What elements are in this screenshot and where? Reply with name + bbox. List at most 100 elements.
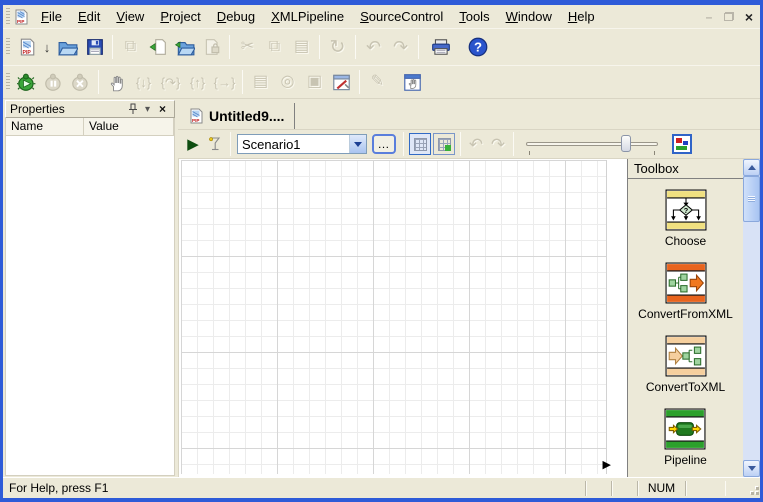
menu-help[interactable]: Help	[560, 7, 603, 26]
document-check-out-icon	[149, 38, 167, 56]
status-bar: For Help, press F1 NUM	[3, 477, 760, 498]
toolbar-gripper[interactable]	[6, 38, 10, 56]
menu-bar: PIP File Edit View Project Debug XMLPipe…	[3, 5, 760, 28]
document-tab[interactable]: PIP Untitled9....	[182, 103, 295, 129]
scenario-properties-button[interactable]	[204, 133, 226, 155]
attachments-button[interactable]: ✎	[364, 69, 391, 95]
cut-button[interactable]: ✂	[234, 34, 261, 60]
minimize-button[interactable]: –	[700, 9, 718, 24]
debug-run-bug-icon	[17, 73, 36, 92]
pin-button[interactable]	[125, 102, 140, 116]
pan-window-button[interactable]	[399, 69, 426, 95]
pipeline-canvas[interactable]	[181, 160, 607, 474]
preview-play-button[interactable]: ▶	[182, 133, 204, 155]
combo-dropdown-button[interactable]	[349, 135, 366, 153]
toolbar-gripper[interactable]	[6, 73, 10, 91]
check-out-document-button[interactable]	[144, 34, 171, 60]
paste-button[interactable]: ▤	[288, 34, 315, 60]
menu-window[interactable]: Window	[498, 7, 560, 26]
print-button[interactable]	[427, 34, 454, 60]
restore-button[interactable]	[720, 9, 738, 24]
toolbox-item-label: Pipeline	[664, 453, 707, 467]
run-to-cursor-button[interactable]: {→}	[211, 69, 238, 95]
scroll-down-button[interactable]	[743, 460, 760, 477]
content-row: ▶ Toolbox	[178, 158, 760, 477]
properties-close-button[interactable]: ×	[155, 102, 170, 116]
copy-button[interactable]: ⧉	[261, 34, 288, 60]
new-document-dropdown-button[interactable]: ↓	[40, 34, 54, 60]
menu-edit[interactable]: Edit	[70, 7, 108, 26]
play-icon: ▶	[187, 137, 199, 152]
new-pipeline-document-button[interactable]: PIP	[13, 34, 40, 60]
scrollbar-thumb[interactable]	[743, 176, 760, 222]
scrollbar-track[interactable]	[743, 176, 760, 460]
scroll-up-button[interactable]	[743, 159, 760, 176]
toolbar-gripper[interactable]	[6, 8, 10, 26]
toolbox-item-converttoxml[interactable]: ConvertToXML	[646, 335, 725, 394]
window-settings-button[interactable]	[328, 69, 355, 95]
stop-debugging-button[interactable]	[67, 69, 94, 95]
grid-icon	[414, 138, 427, 151]
svg-text:?: ?	[473, 40, 481, 55]
menu-project[interactable]: Project	[152, 7, 208, 26]
column-header-value[interactable]: Value	[84, 118, 174, 135]
toolbox-scrollbar[interactable]	[743, 159, 760, 477]
toolbox-item-convertfromxml[interactable]: ConvertFromXML	[638, 262, 733, 321]
snap-to-grid-button[interactable]	[433, 133, 455, 155]
new-window-button[interactable]: ⧉	[117, 34, 144, 60]
step-into-icon: {↓}	[136, 76, 151, 89]
diagram-redo-button[interactable]: ↷	[487, 133, 509, 155]
zoom-slider[interactable]	[526, 134, 658, 154]
toolbox-item-choose[interactable]: ? Choose	[665, 189, 707, 248]
step-over-button[interactable]: {↷}	[157, 69, 184, 95]
canvas-expand-arrow[interactable]: ▶	[603, 458, 611, 471]
show-model-button[interactable]: ◎	[274, 69, 301, 95]
choose-icon: ?	[665, 189, 707, 231]
step-into-button[interactable]: {↓}	[130, 69, 157, 95]
menu-tools[interactable]: Tools	[451, 7, 497, 26]
zoom-slider-track[interactable]	[526, 142, 658, 146]
status-num-indicator: NUM	[637, 481, 685, 496]
status-pane	[585, 481, 611, 496]
step-out-button[interactable]: {↑}	[184, 69, 211, 95]
undo-button[interactable]: ↶	[360, 34, 387, 60]
start-debugging-button[interactable]	[13, 69, 40, 95]
overview-window-button[interactable]	[672, 134, 692, 154]
properties-list[interactable]	[5, 136, 175, 476]
preview-result-button[interactable]: ▤	[247, 69, 274, 95]
save-button[interactable]	[81, 34, 108, 60]
menu-file[interactable]: File	[33, 7, 70, 26]
document-tab-strip: PIP Untitled9....	[178, 99, 760, 129]
download-arrow-icon: ↓	[44, 41, 51, 54]
locked-document-button[interactable]	[198, 34, 225, 60]
resize-grip[interactable]	[745, 481, 760, 496]
break-button[interactable]	[103, 69, 130, 95]
chevron-down-icon	[748, 466, 756, 475]
open-folder-icon	[58, 38, 78, 56]
column-header-name[interactable]: Name	[6, 118, 84, 135]
menu-xmlpipeline[interactable]: XMLPipeline	[263, 7, 352, 26]
synchronize-button[interactable]: ↻	[324, 34, 351, 60]
scenario-select[interactable]: Scenario1	[237, 134, 367, 154]
zoom-slider-thumb[interactable]	[621, 135, 631, 152]
pause-debugging-button[interactable]	[40, 69, 67, 95]
debug-toolbar: {↓} {↷} {↑} {→} ▤ ◎ ▣ ✎	[3, 65, 760, 99]
open-button[interactable]	[54, 34, 81, 60]
diagram-undo-button[interactable]: ↶	[465, 133, 487, 155]
menu-view[interactable]: View	[108, 7, 152, 26]
snap-grid-icon	[438, 138, 451, 151]
status-pane	[611, 481, 637, 496]
get-folder-button[interactable]	[171, 34, 198, 60]
browse-scenarios-button[interactable]: …	[372, 134, 396, 154]
show-grid-button[interactable]	[409, 133, 431, 155]
redo-button[interactable]: ↷	[387, 34, 414, 60]
cascade-windows-button[interactable]: ▣	[301, 69, 328, 95]
toolbox-item-pipeline[interactable]: Pipeline	[664, 408, 707, 467]
properties-panel-title: Properties	[10, 102, 125, 116]
close-button[interactable]: ×	[740, 9, 758, 24]
help-button[interactable]: ?	[464, 34, 491, 60]
panel-menu-button[interactable]: ▾	[140, 102, 155, 116]
menu-sourcecontrol[interactable]: SourceControl	[352, 7, 451, 26]
menu-debug[interactable]: Debug	[209, 7, 263, 26]
properties-column-headers: Name Value	[5, 118, 175, 136]
